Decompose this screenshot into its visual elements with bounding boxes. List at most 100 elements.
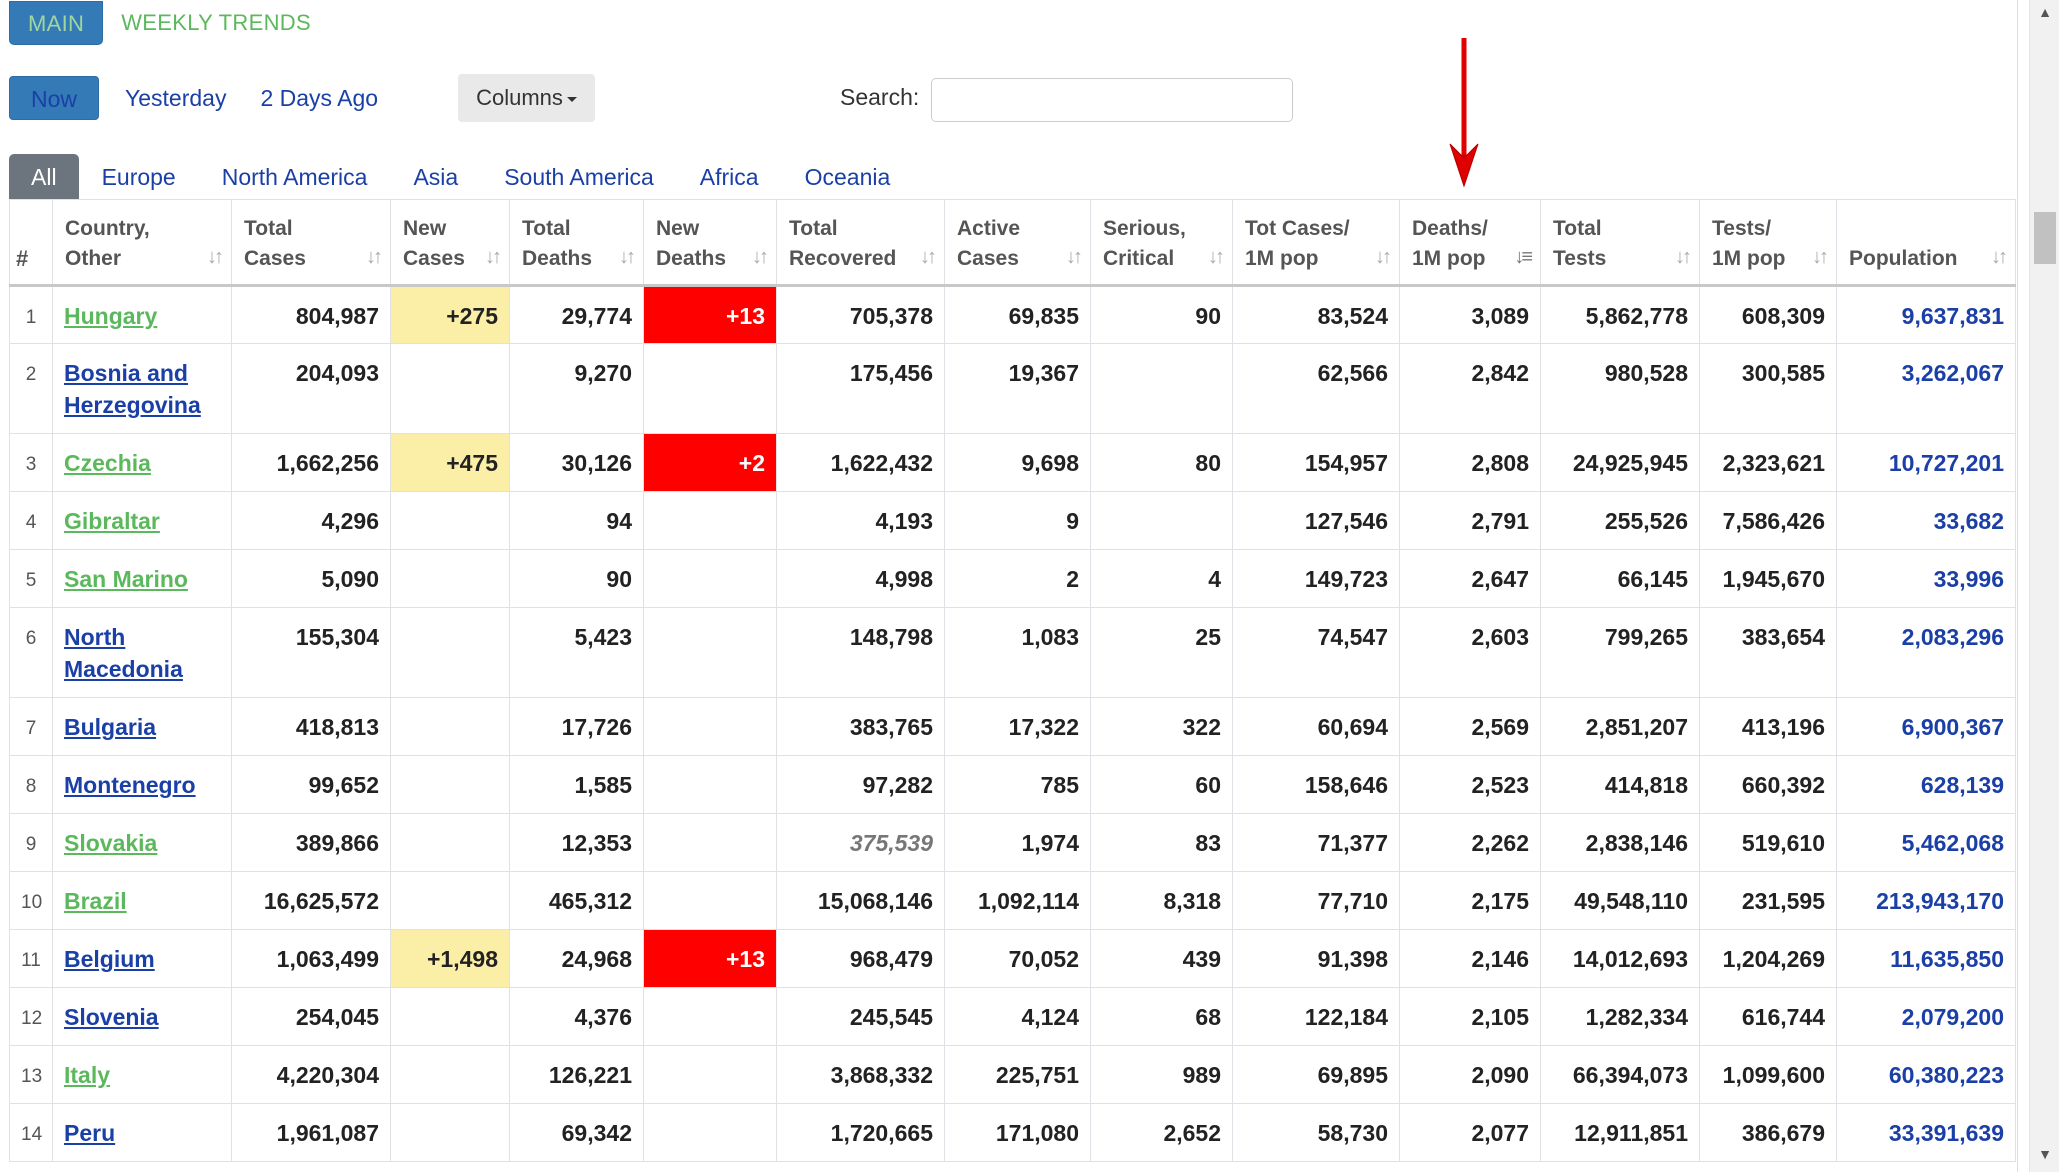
cell-population[interactable]: 33,682 bbox=[1836, 491, 2016, 550]
cell-total-deaths: 4,376 bbox=[509, 987, 644, 1046]
now-button[interactable]: Now bbox=[9, 76, 99, 120]
vertical-scrollbar[interactable]: ▲ ▼ bbox=[2029, 0, 2059, 1172]
country-link[interactable]: Bosnia and Herzegovina bbox=[64, 360, 201, 418]
cell-total-cases: 4,220,304 bbox=[231, 1045, 391, 1104]
tab-south-america[interactable]: South America bbox=[481, 154, 677, 200]
tab-all[interactable]: All bbox=[9, 154, 79, 200]
header-new-cases[interactable]: New Cases ↓↑ bbox=[390, 199, 510, 287]
cell-new-cases bbox=[390, 1103, 510, 1162]
country-link[interactable]: Belgium bbox=[64, 946, 155, 972]
cell-population[interactable]: 60,380,223 bbox=[1836, 1045, 2016, 1104]
two-days-ago-button[interactable]: 2 Days Ago bbox=[246, 76, 398, 120]
country-link[interactable]: Peru bbox=[64, 1120, 115, 1146]
cell-population[interactable]: 6,900,367 bbox=[1836, 697, 2016, 756]
scroll-down-icon[interactable]: ▼ bbox=[2030, 1146, 2059, 1166]
cell-new-deaths bbox=[643, 607, 777, 698]
search-input[interactable] bbox=[931, 78, 1293, 122]
country-link[interactable]: Italy bbox=[64, 1062, 110, 1088]
cell-active-cases: 19,367 bbox=[944, 343, 1091, 434]
tab-africa[interactable]: Africa bbox=[677, 154, 782, 200]
cell-deaths-per-1m: 2,105 bbox=[1399, 987, 1541, 1046]
table-row: 7 Bulgaria 418,813 17,726 383,765 17,322 322 60… bbox=[9, 697, 2016, 756]
header-country[interactable]: Country, Other ↓↑ bbox=[52, 199, 232, 287]
header-num[interactable]: # bbox=[9, 199, 53, 287]
table-row: 6 North Macedonia 155,304 5,423 148,798 1,083… bbox=[9, 607, 2016, 698]
cell-serious-critical: 68 bbox=[1090, 987, 1233, 1046]
header-label-line1: Tests/ bbox=[1712, 217, 1772, 240]
tab-north-america[interactable]: North America bbox=[199, 154, 391, 200]
tab-main[interactable]: MAIN bbox=[9, 1, 104, 45]
cell-country: Brazil bbox=[52, 871, 232, 930]
cell-total-cases: 254,045 bbox=[231, 987, 391, 1046]
header-active-cases[interactable]: Active Cases ↓↑ bbox=[944, 199, 1091, 287]
header-label-line1: Deaths/ bbox=[1412, 217, 1488, 240]
cell-active-cases: 69,835 bbox=[944, 285, 1091, 344]
header-new-deaths[interactable]: New Deaths ↓↑ bbox=[643, 199, 777, 287]
cell-serious-critical: 322 bbox=[1090, 697, 1233, 756]
header-deaths-per-1m[interactable]: Deaths/1M pop ↓≡ bbox=[1399, 199, 1541, 287]
header-serious-critical[interactable]: Serious, Critical ↓↑ bbox=[1090, 199, 1233, 287]
cell-total-tests: 980,528 bbox=[1540, 343, 1700, 434]
country-link[interactable]: Czechia bbox=[64, 450, 151, 476]
header-total-cases[interactable]: Total Cases ↓↑ bbox=[231, 199, 391, 287]
tab-asia[interactable]: Asia bbox=[390, 154, 481, 200]
header-total-deaths[interactable]: Total Deaths ↓↑ bbox=[509, 199, 644, 287]
cell-new-cases bbox=[390, 813, 510, 872]
country-link[interactable]: San Marino bbox=[64, 566, 188, 592]
cell-total-recovered: 1,622,432 bbox=[776, 433, 945, 492]
cell-country: Peru bbox=[52, 1103, 232, 1162]
cell-new-cases: +475 bbox=[390, 433, 510, 492]
cell-population[interactable]: 628,139 bbox=[1836, 755, 2016, 814]
cell-cases-per-1m: 91,398 bbox=[1232, 929, 1400, 988]
country-link[interactable]: Slovenia bbox=[64, 1004, 159, 1030]
columns-dropdown-button[interactable]: Columns bbox=[458, 74, 595, 122]
country-link[interactable]: Hungary bbox=[64, 303, 157, 329]
cell-new-cases bbox=[390, 607, 510, 698]
cell-total-deaths: 5,423 bbox=[509, 607, 644, 698]
header-cases-per-1m[interactable]: Tot Cases/1M pop ↓↑ bbox=[1232, 199, 1400, 287]
cell-deaths-per-1m: 2,647 bbox=[1399, 549, 1541, 608]
header-total-recovered[interactable]: Total Recovered ↓↑ bbox=[776, 199, 945, 287]
country-link[interactable]: Slovakia bbox=[64, 830, 157, 856]
cell-num: 12 bbox=[9, 987, 53, 1046]
header-label-line2: Cases bbox=[957, 247, 1019, 270]
scrollbar-thumb[interactable] bbox=[2034, 212, 2056, 264]
header-total-tests[interactable]: Total Tests ↓↑ bbox=[1540, 199, 1700, 287]
tab-oceania[interactable]: Oceania bbox=[782, 154, 914, 200]
cell-total-cases: 418,813 bbox=[231, 697, 391, 756]
cell-tests-per-1m: 608,309 bbox=[1699, 285, 1837, 344]
cell-population[interactable]: 2,079,200 bbox=[1836, 987, 2016, 1046]
cell-num: 11 bbox=[9, 929, 53, 988]
cell-serious-critical: 25 bbox=[1090, 607, 1233, 698]
country-link[interactable]: Gibraltar bbox=[64, 508, 160, 534]
cell-total-recovered: 1,720,665 bbox=[776, 1103, 945, 1162]
country-link[interactable]: Montenegro bbox=[64, 772, 196, 798]
country-link[interactable]: Bulgaria bbox=[64, 714, 156, 740]
cell-num: 13 bbox=[9, 1045, 53, 1104]
header-population[interactable]: Population ↓↑ bbox=[1836, 199, 2016, 287]
country-link[interactable]: North Macedonia bbox=[64, 624, 183, 682]
cell-population[interactable]: 10,727,201 bbox=[1836, 433, 2016, 492]
cell-population[interactable]: 33,996 bbox=[1836, 549, 2016, 608]
cell-new-deaths bbox=[643, 1103, 777, 1162]
cell-num: 4 bbox=[9, 491, 53, 550]
cell-population[interactable]: 11,635,850 bbox=[1836, 929, 2016, 988]
cell-population[interactable]: 33,391,639 bbox=[1836, 1103, 2016, 1162]
cell-population[interactable]: 5,462,068 bbox=[1836, 813, 2016, 872]
cell-deaths-per-1m: 3,089 bbox=[1399, 285, 1541, 344]
cell-population[interactable]: 9,637,831 bbox=[1836, 285, 2016, 344]
cell-population[interactable]: 3,262,067 bbox=[1836, 343, 2016, 434]
header-label-line2: Deaths bbox=[522, 247, 593, 270]
cell-population[interactable]: 213,943,170 bbox=[1836, 871, 2016, 930]
header-tests-per-1m[interactable]: Tests/1M pop ↓↑ bbox=[1699, 199, 1837, 287]
cell-total-cases: 389,866 bbox=[231, 813, 391, 872]
search-label: Search: bbox=[840, 84, 920, 110]
country-link[interactable]: Brazil bbox=[64, 888, 127, 914]
yesterday-button[interactable]: Yesterday bbox=[105, 76, 246, 120]
cell-total-cases: 5,090 bbox=[231, 549, 391, 608]
tab-weekly-trends[interactable]: WEEKLY TRENDS bbox=[103, 1, 329, 45]
tab-europe[interactable]: Europe bbox=[79, 154, 199, 200]
scroll-up-icon[interactable]: ▲ bbox=[2030, 4, 2059, 24]
cell-population[interactable]: 2,083,296 bbox=[1836, 607, 2016, 698]
header-label-line1: Country, bbox=[65, 217, 150, 240]
